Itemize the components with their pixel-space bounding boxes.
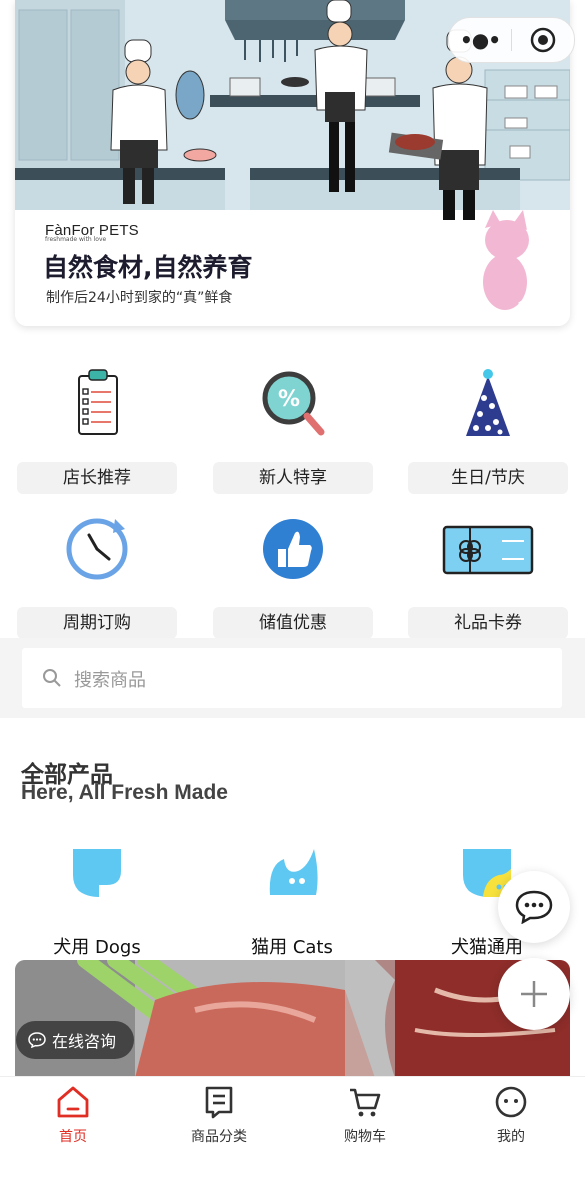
- meat-vegetables-photo: [15, 960, 570, 1078]
- tab-label: 我的: [497, 1129, 525, 1145]
- miniprogram-capsule: •●•: [448, 17, 575, 63]
- tab-profile[interactable]: 我的: [438, 1085, 584, 1146]
- feature-label: 周期订购: [17, 607, 177, 639]
- svg-text:%: %: [278, 387, 300, 412]
- pink-cat-icon: [483, 210, 534, 310]
- search-placeholder: 搜索商品: [74, 670, 146, 691]
- feature-label: 礼品卡券: [408, 607, 568, 639]
- feature-birthday[interactable]: 生日/节庆: [408, 362, 568, 502]
- online-consult-button[interactable]: 在线咨询: [16, 1021, 134, 1059]
- banner-title: 自然食材,自然养育: [43, 253, 253, 282]
- feature-stored-value[interactable]: 储值优惠: [213, 507, 373, 647]
- feature-store-recommend[interactable]: 店长推荐: [17, 362, 177, 502]
- bottom-tab-bar: 首页 商品分类 购物车 我的: [0, 1076, 585, 1202]
- party-hat-icon: [466, 369, 510, 436]
- feature-label: 店长推荐: [17, 462, 177, 494]
- plus-icon: [521, 981, 547, 1007]
- banner-subtitle: 制作后24小时到家的“真”鲜食: [46, 290, 233, 306]
- magnifier-percent-icon: %: [262, 371, 325, 436]
- clock-icon: [66, 518, 128, 580]
- tab-category[interactable]: 商品分类: [146, 1085, 292, 1146]
- category-list-icon: [205, 1086, 233, 1119]
- feature-label: 储值优惠: [213, 607, 373, 639]
- category-label: 猫用 Cats: [251, 937, 333, 958]
- brand-tagline: freshmade with love: [45, 236, 107, 243]
- dog-icon: [73, 849, 121, 897]
- chat-float-button[interactable]: [498, 871, 570, 943]
- gift-card-icon: [442, 525, 534, 575]
- search-icon: [43, 669, 61, 687]
- feature-subscription[interactable]: 周期订购: [17, 507, 177, 647]
- category-label: 犬用 Dogs: [53, 937, 141, 958]
- chat-bubble-icon: [515, 890, 553, 924]
- profile-icon: [495, 1086, 527, 1118]
- tab-label: 首页: [59, 1129, 87, 1145]
- section-subtitle: Here, All Fresh Made: [21, 781, 228, 804]
- add-float-button[interactable]: [498, 958, 570, 1030]
- clipboard-icon: [78, 369, 118, 435]
- tab-home[interactable]: 首页: [0, 1085, 146, 1146]
- feature-newcomer[interactable]: % 新人特享: [213, 362, 373, 502]
- tab-label: 购物车: [344, 1129, 386, 1145]
- home-icon: [57, 1086, 89, 1118]
- more-menu-icon[interactable]: •●•: [449, 28, 511, 52]
- cat-icon: [269, 849, 318, 895]
- close-miniprogram-icon[interactable]: [512, 27, 574, 53]
- search-input[interactable]: 搜索商品: [22, 648, 562, 708]
- thumbs-up-icon: [263, 519, 323, 579]
- tab-label: 商品分类: [191, 1129, 247, 1145]
- consult-label: 在线咨询: [52, 1032, 117, 1051]
- cart-icon: [350, 1088, 381, 1117]
- feature-label: 生日/节庆: [408, 462, 568, 494]
- chat-small-icon: [28, 1032, 46, 1048]
- product-banner-image[interactable]: [15, 960, 570, 1078]
- feature-label: 新人特享: [213, 462, 373, 494]
- feature-gift-card[interactable]: 礼品卡券: [408, 507, 568, 647]
- tab-cart[interactable]: 购物车: [292, 1085, 438, 1146]
